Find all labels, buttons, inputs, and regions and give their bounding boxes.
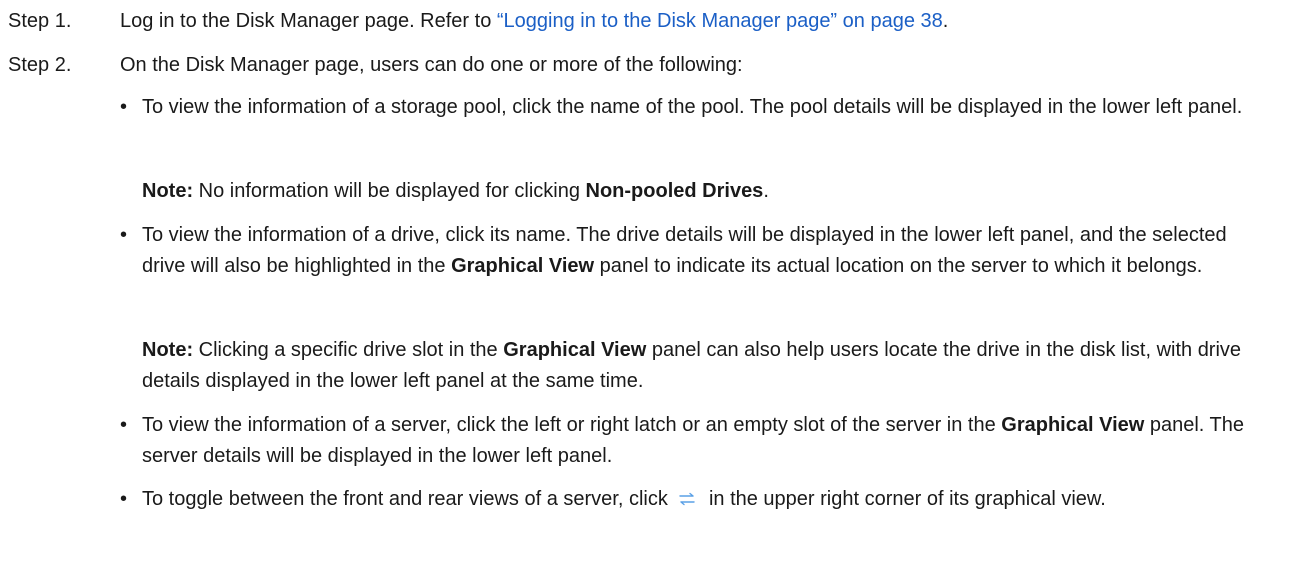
toggle-arrows-icon	[677, 485, 697, 506]
list-item-text-before: To toggle between the front and rear vie…	[142, 488, 674, 510]
note-label: Note:	[142, 180, 194, 202]
document-page: Step 1. Log in to the Disk Manager page.…	[0, 0, 1300, 567]
bullet-dot: •	[120, 488, 128, 510]
list-item-text: To toggle between the front and rear vie…	[142, 484, 1272, 515]
step-1-label: Step 1.	[8, 10, 72, 32]
list-item-text-before: To view the information of a server, cli…	[142, 414, 1002, 436]
list-item-text: To view the information of a server, cli…	[142, 410, 1272, 472]
list-item-text: To view the information of a drive, clic…	[142, 220, 1272, 282]
step-2: Step 2. On the Disk Manager page, users …	[8, 50, 1270, 81]
step-1-text-after: .	[942, 10, 949, 32]
step-2-text: On the Disk Manager page, users can do o…	[120, 54, 743, 76]
graphical-view-term: Graphical View	[451, 255, 595, 277]
list-item-text-after: in the upper right corner of its graphic…	[703, 488, 1106, 510]
step-2-label: Step 2.	[8, 54, 72, 76]
note-bold-term: Non-pooled Drives	[585, 180, 764, 202]
list-item-drive: • To view the information of a drive, cl…	[120, 220, 1272, 282]
step-1-text-before: Log in to the Disk Manager page. Refer t…	[120, 10, 497, 32]
list-item-server: • To view the information of a server, c…	[120, 410, 1272, 472]
logging-in-link[interactable]: “Logging in to the Disk Manager page” on…	[497, 10, 943, 32]
graphical-view-term: Graphical View	[1001, 414, 1145, 436]
bullet-dot: •	[120, 414, 128, 436]
list-item-text-after: panel to indicate its actual location on…	[594, 255, 1203, 277]
note-text-before: No information will be displayed for cli…	[193, 180, 586, 202]
step-1-text: Log in to the Disk Manager page. Refer t…	[120, 6, 1270, 37]
bullet-dot: •	[120, 96, 128, 118]
graphical-view-term: Graphical View	[503, 339, 647, 361]
note-text-after: .	[763, 180, 769, 202]
note-drive-slot: Note: Clicking a specific drive slot in …	[142, 335, 1272, 397]
note-text-before: Clicking a specific drive slot in the	[193, 339, 504, 361]
step-1: Step 1. Log in to the Disk Manager page.…	[8, 6, 1270, 37]
list-item-toggle-view: • To toggle between the front and rear v…	[120, 484, 1272, 515]
list-item-text: To view the information of a storage poo…	[142, 96, 1243, 118]
note-non-pooled: Note: No information will be displayed f…	[142, 176, 1272, 207]
note-label: Note:	[142, 339, 194, 361]
bullet-dot: •	[120, 224, 128, 246]
list-item-storage-pool: • To view the information of a storage p…	[120, 92, 1272, 123]
